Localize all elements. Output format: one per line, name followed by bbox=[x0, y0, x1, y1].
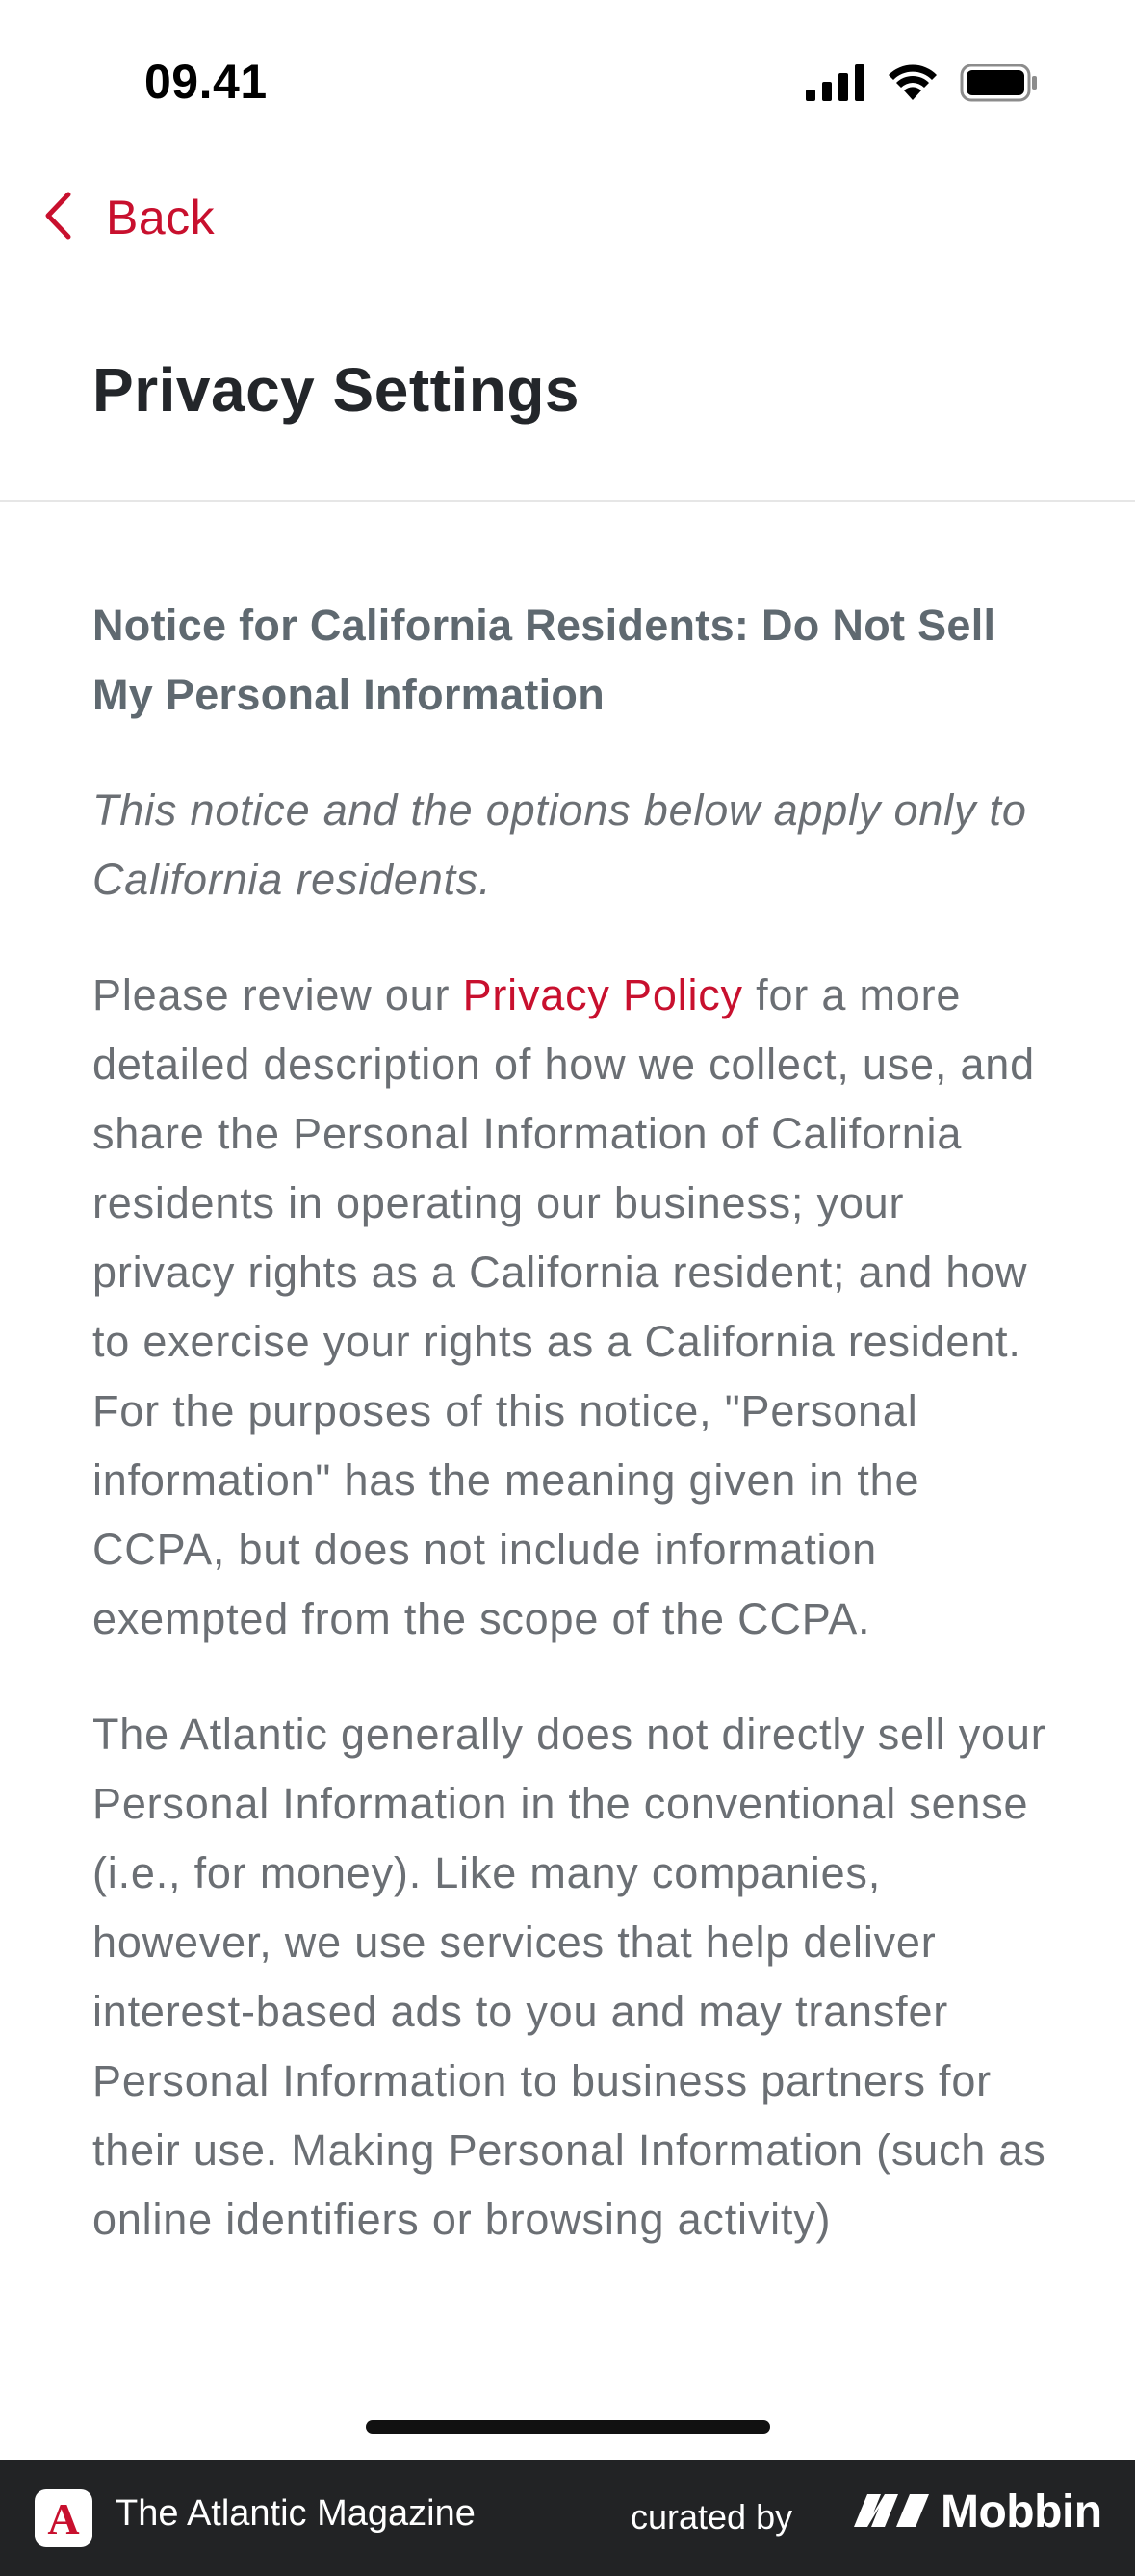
back-label: Back bbox=[106, 191, 216, 245]
cellular-signal-icon bbox=[806, 64, 865, 101]
curated-by-label: curated by bbox=[631, 2497, 793, 2537]
header-divider bbox=[0, 500, 1135, 502]
privacy-notice-content: Notice for California Residents: Do Not … bbox=[92, 591, 1055, 2301]
notice-heading: Notice for California Residents: Do Not … bbox=[92, 601, 996, 719]
mobbin-logo-icon bbox=[852, 2490, 931, 2534]
policy-paragraph-rest: for a more detailed description of how w… bbox=[92, 970, 1035, 1643]
policy-paragraph: Please review our Privacy Policy for a m… bbox=[92, 961, 1055, 1654]
sale-paragraph: The Atlantic generally does not directly… bbox=[92, 1710, 1046, 2244]
mobbin-wordmark: Mobbin bbox=[941, 2486, 1102, 2537]
privacy-policy-link[interactable]: Privacy Policy bbox=[463, 970, 743, 1019]
policy-paragraph-intro: Please review our bbox=[92, 970, 463, 1019]
app-name: The Atlantic Magazine bbox=[116, 2493, 476, 2534]
wifi-icon bbox=[887, 64, 939, 102]
notice-subheading: This notice and the options below apply … bbox=[92, 786, 1027, 904]
home-indicator bbox=[366, 2420, 770, 2434]
chevron-left-icon bbox=[42, 191, 73, 245]
mobbin-brand: Mobbin bbox=[852, 2486, 1102, 2538]
page-title: Privacy Settings bbox=[92, 355, 580, 425]
status-bar: 09.41 bbox=[0, 0, 1135, 164]
atlantic-logo-icon: A bbox=[35, 2489, 92, 2547]
status-icons bbox=[806, 64, 1039, 102]
battery-icon bbox=[960, 64, 1039, 102]
back-button[interactable]: Back bbox=[42, 183, 215, 252]
footer-bar: A The Atlantic Magazine curated by Mobbi… bbox=[0, 2460, 1135, 2576]
status-time: 09.41 bbox=[144, 55, 268, 109]
